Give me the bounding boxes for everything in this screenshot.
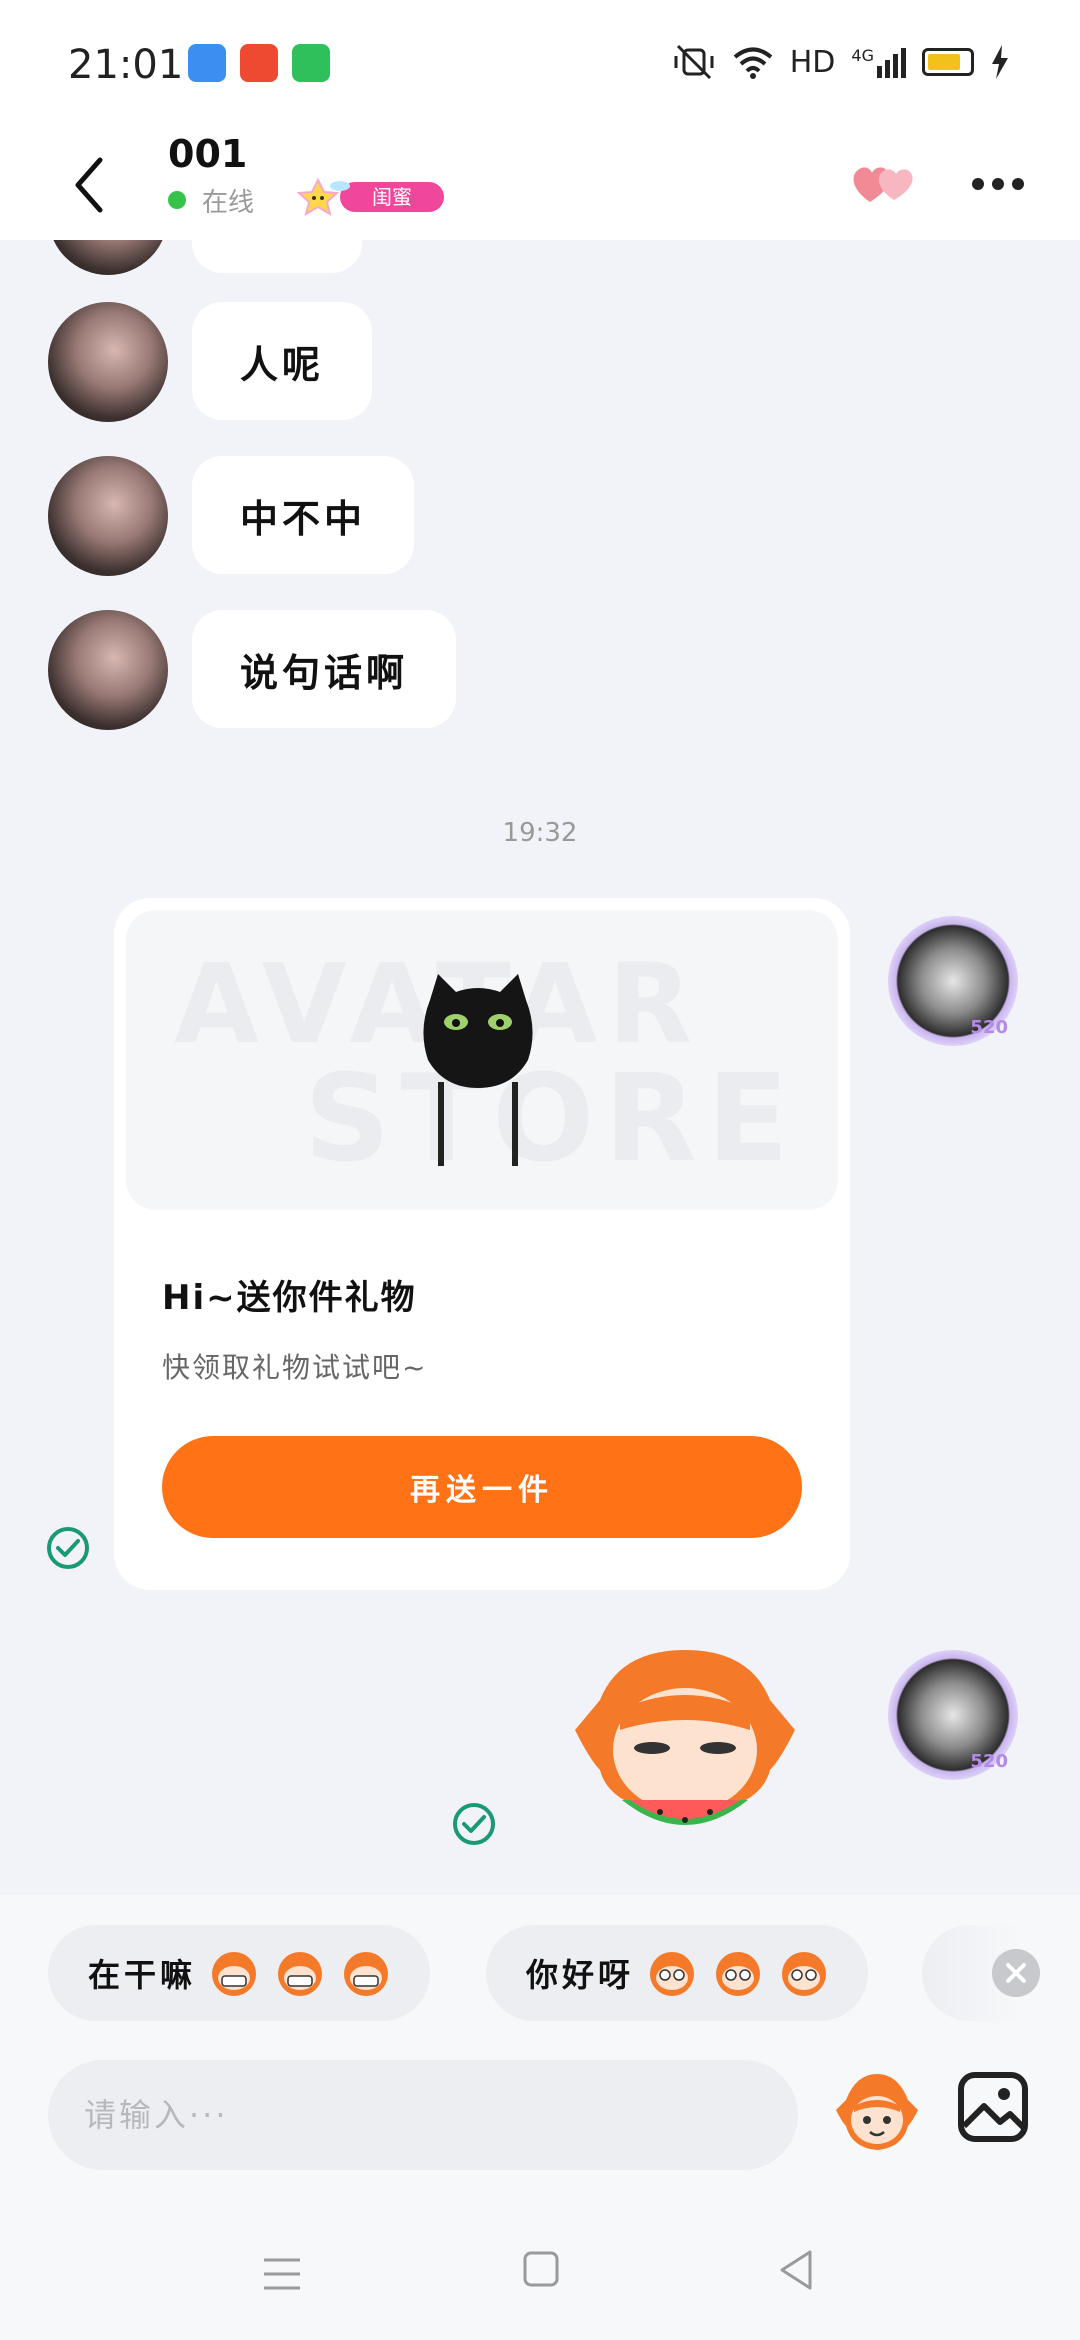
hearts-icon[interactable] <box>848 152 920 212</box>
grinning-mascot-icon <box>212 1952 257 1996</box>
relationship-badge[interactable]: 闺蜜 <box>288 176 444 216</box>
avatar-self[interactable]: 520 <box>888 916 1018 1046</box>
input-bar <box>0 2040 1080 2340</box>
back-icon[interactable] <box>62 150 122 220</box>
store-app-icon <box>292 44 330 82</box>
status-bar: 21:01 HD 4G <box>0 0 1080 130</box>
network-type: HD <box>789 44 836 80</box>
grinning-mascot-icon <box>278 1952 323 1996</box>
avatar-frame-tag: 520 <box>970 1751 1008 1772</box>
wide-eyed-mascot-icon <box>782 1952 827 1996</box>
emoji-sticker-button[interactable] <box>832 2066 922 2156</box>
nav-back-icon[interactable] <box>776 2248 816 2292</box>
quick-reply-chip[interactable]: 你好呀 <box>486 1925 869 2021</box>
wifi-icon <box>733 47 773 79</box>
chat-area[interactable]: 人呢 中不中 说句话啊 19:32 520 AVATAR STORE Hi~送你… <box>0 240 1080 1895</box>
black-cat-plush-image <box>423 974 533 1166</box>
quick-reply-bar[interactable]: 在干嘛 你好呀 <box>0 1895 1080 2040</box>
close-icon[interactable] <box>992 1949 1040 1997</box>
message-bubble[interactable]: 人呢 <box>192 302 373 420</box>
message-input[interactable] <box>48 2060 798 2170</box>
star-icon <box>296 177 350 216</box>
charging-icon <box>992 45 1008 79</box>
avatar[interactable] <box>48 302 168 422</box>
avatar[interactable] <box>48 456 168 576</box>
message-bubble[interactable]: 说句话啊 <box>192 610 457 728</box>
wide-eyed-mascot-icon <box>716 1952 761 1996</box>
page-title: 001 <box>168 132 248 176</box>
watermelon-mascot-sticker[interactable] <box>560 1640 810 1860</box>
badge-label: 闺蜜 <box>340 182 444 212</box>
chat-header: 001 在线 闺蜜 <box>0 130 1080 240</box>
online-status-dot <box>168 191 186 209</box>
mute-vibrate-icon <box>674 44 714 80</box>
signal-type: 4G <box>851 46 874 65</box>
avatar-self[interactable]: 520 <box>888 1650 1018 1780</box>
status-time: 21:01 <box>68 42 184 88</box>
avatar[interactable] <box>48 240 168 275</box>
gift-subtitle: 快领取礼物试试吧~ <box>162 1351 428 1384</box>
battery-icon <box>922 48 974 76</box>
watermark-text: STORE <box>304 1050 799 1189</box>
send-another-gift-button[interactable]: 再送一件 <box>162 1436 802 1538</box>
online-status-text: 在线 <box>202 188 255 218</box>
time-divider: 19:32 <box>502 818 578 848</box>
quick-reply-text: 在干嘛 <box>88 1956 197 1994</box>
gift-image[interactable]: AVATAR STORE <box>126 910 838 1210</box>
avatar-frame-tag: 520 <box>970 1017 1008 1038</box>
app-notification-icon <box>188 44 226 82</box>
message-text: 人呢 <box>240 342 325 387</box>
image-picker-icon[interactable] <box>956 2070 1030 2144</box>
grinning-mascot-icon <box>344 1952 389 1996</box>
status-indicators: HD 4G <box>672 44 1010 80</box>
message-bubble[interactable] <box>192 240 362 273</box>
nav-home-icon[interactable] <box>522 2250 560 2288</box>
more-icon[interactable] <box>968 164 1028 204</box>
avatar[interactable] <box>48 610 168 730</box>
sent-check-icon <box>453 1803 495 1845</box>
quick-reply-text: 你好呀 <box>526 1956 635 1994</box>
wide-eyed-mascot-icon <box>650 1952 695 1996</box>
message-text: 说句话啊 <box>240 650 409 695</box>
signal-icon: 4G <box>851 46 906 78</box>
gift-card[interactable]: AVATAR STORE Hi~送你件礼物 快领取礼物试试吧~ 再送一件 <box>114 898 850 1590</box>
message-bubble[interactable]: 中不中 <box>192 456 415 574</box>
sent-check-icon <box>47 1527 89 1569</box>
nav-menu-icon[interactable] <box>262 2256 302 2292</box>
message-text: 中不中 <box>240 496 367 541</box>
quick-reply-chip[interactable]: 在干嘛 <box>48 1925 431 2021</box>
gift-title: Hi~送你件礼物 <box>162 1278 417 1318</box>
video-app-icon <box>240 44 278 82</box>
